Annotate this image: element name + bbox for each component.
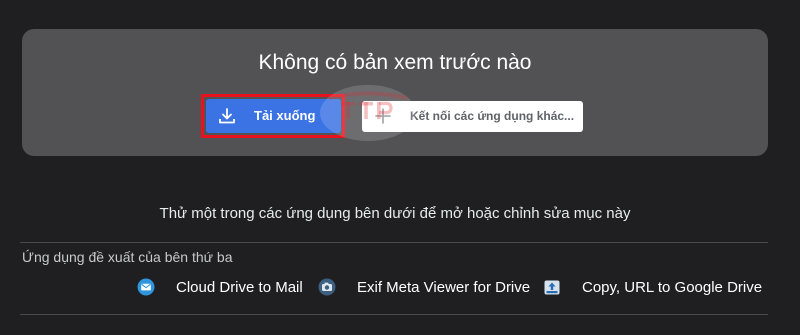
- app-label: Copy, URL to Google Drive: [582, 278, 763, 296]
- connect-apps-button[interactable]: Kết nối các ứng dụng khác...: [362, 101, 583, 132]
- download-button[interactable]: Tải xuống: [206, 99, 341, 133]
- app-copy-url-to-drive[interactable]: Copy, URL to Google Drive: [543, 276, 762, 298]
- app-exif-meta-viewer[interactable]: Exif Meta Viewer for Drive: [318, 276, 530, 298]
- download-icon: [219, 108, 235, 124]
- download-label: Tải xuống: [254, 108, 316, 123]
- suggested-apps-heading: Ứng dụng đề xuất của bên thứ ba: [22, 249, 233, 265]
- connect-apps-label: Kết nối các ứng dụng khác...: [410, 109, 575, 123]
- app-label: Exif Meta Viewer for Drive: [357, 278, 531, 296]
- camera-icon: [318, 278, 336, 296]
- no-preview-panel: Không có bản xem trước nào Tải xuống Kết…: [22, 29, 768, 156]
- divider: [20, 314, 768, 315]
- open-with-hint: Thử một trong các ứng dụng bên dưới để m…: [159, 205, 631, 222]
- plus-icon: [375, 108, 391, 124]
- no-preview-title: Không có bản xem trước nào: [258, 51, 532, 74]
- app-cloud-drive-to-mail[interactable]: Cloud Drive to Mail: [137, 276, 303, 298]
- divider: [20, 242, 768, 243]
- app-label: Cloud Drive to Mail: [176, 278, 303, 296]
- mail-icon: [137, 278, 155, 296]
- upload-icon: [544, 280, 560, 295]
